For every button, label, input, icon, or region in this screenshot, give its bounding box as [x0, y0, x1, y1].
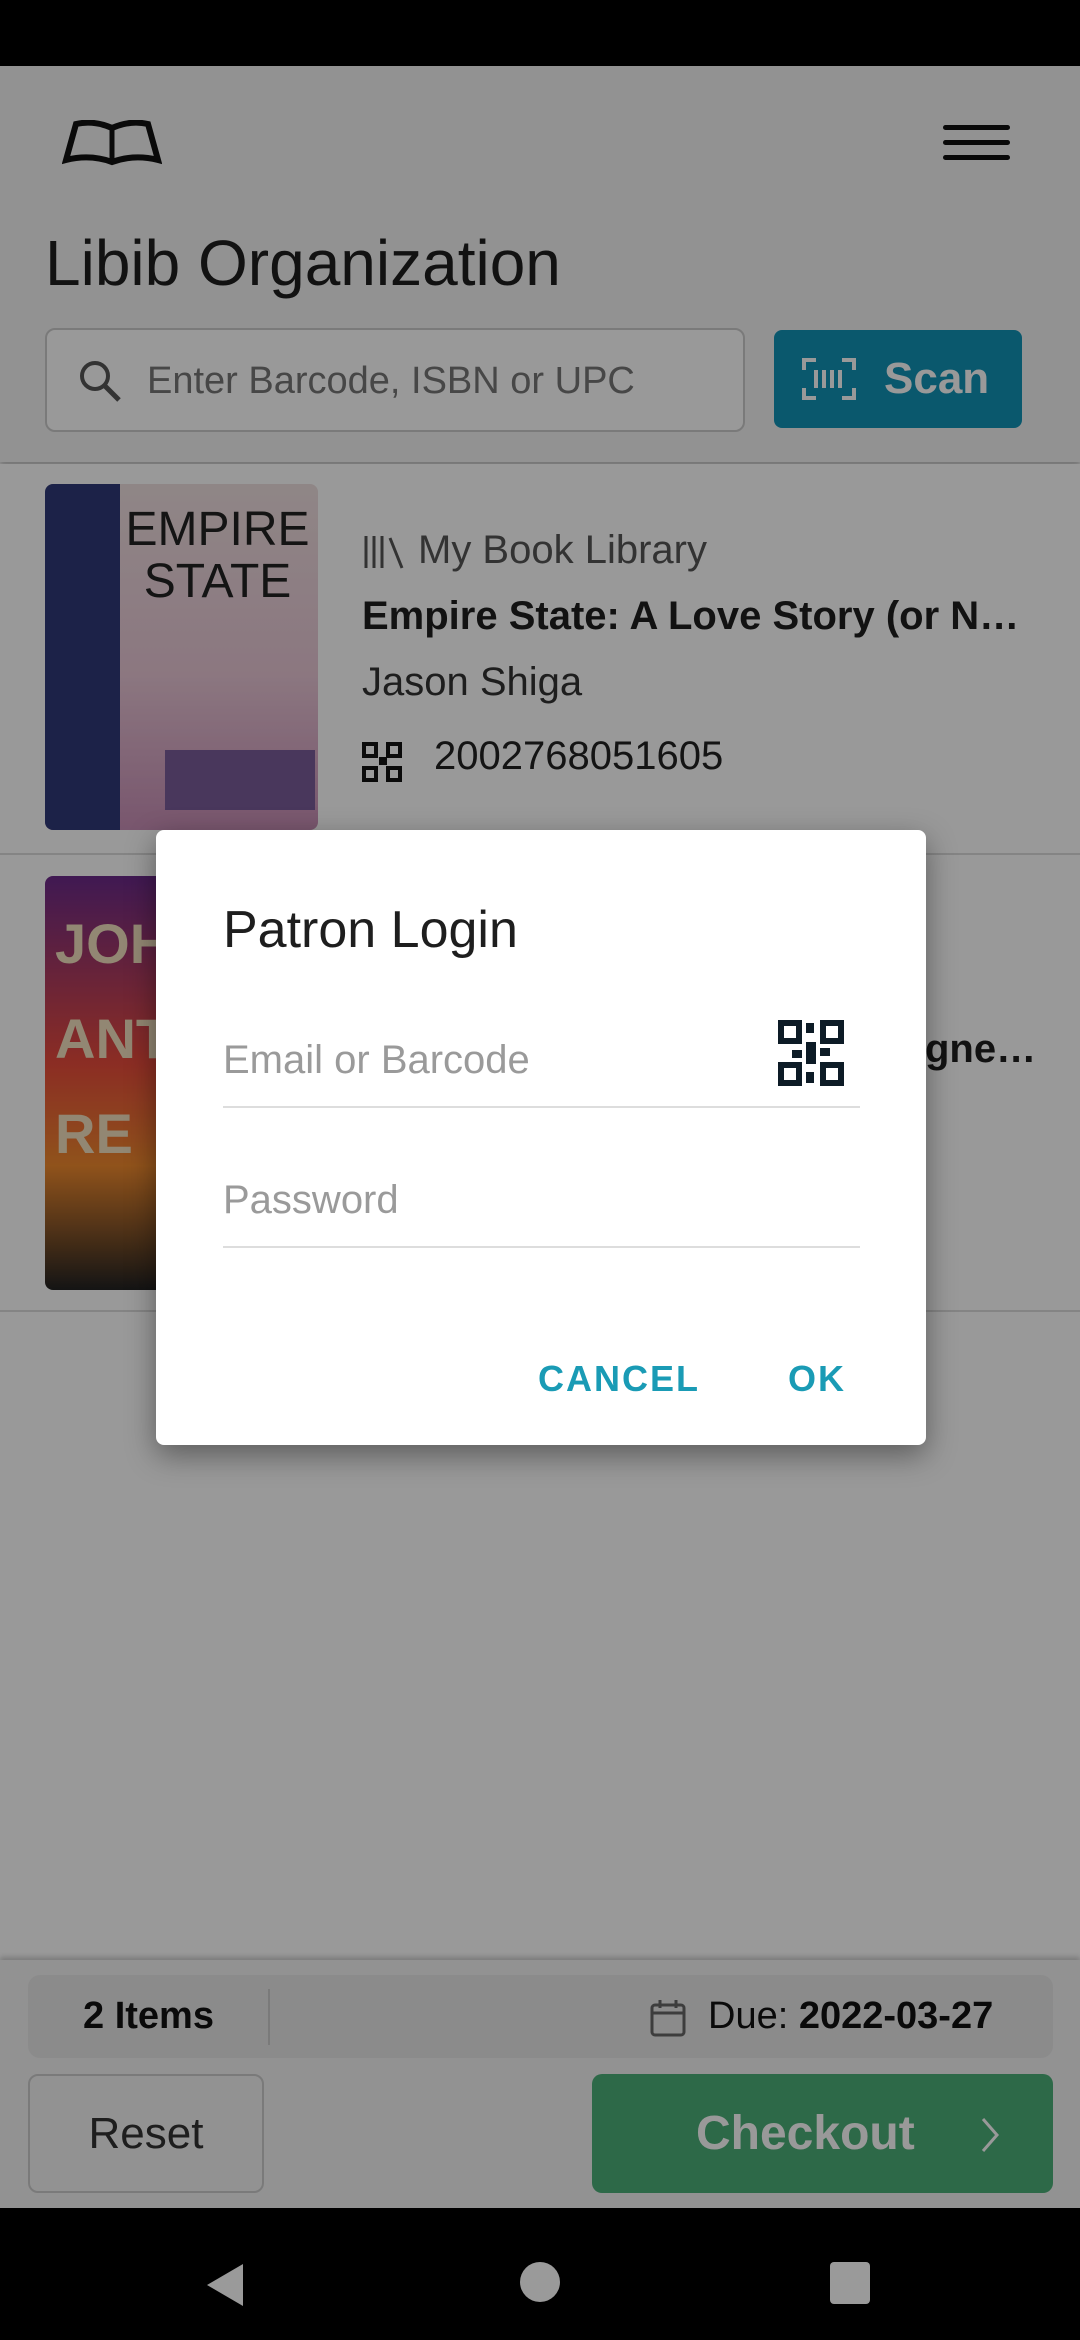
email-placeholder: Email or Barcode: [223, 1038, 530, 1082]
recents-icon[interactable]: [830, 2262, 870, 2304]
status-bar: [0, 0, 1080, 66]
password-field[interactable]: Password: [223, 1178, 860, 1248]
cancel-button[interactable]: CANCEL: [538, 1358, 700, 1400]
password-placeholder: Password: [223, 1178, 399, 1222]
patron-login-dialog: Patron Login Email or Barcode Password C…: [156, 830, 926, 1445]
dialog-title: Patron Login: [223, 901, 518, 959]
qr-code-scan-icon[interactable]: [778, 1020, 844, 1086]
ok-button[interactable]: OK: [788, 1358, 846, 1400]
navigation-bar: [0, 2208, 1080, 2340]
email-field[interactable]: Email or Barcode: [223, 1038, 860, 1108]
back-icon[interactable]: [205, 2262, 245, 2308]
home-icon[interactable]: [520, 2262, 560, 2302]
